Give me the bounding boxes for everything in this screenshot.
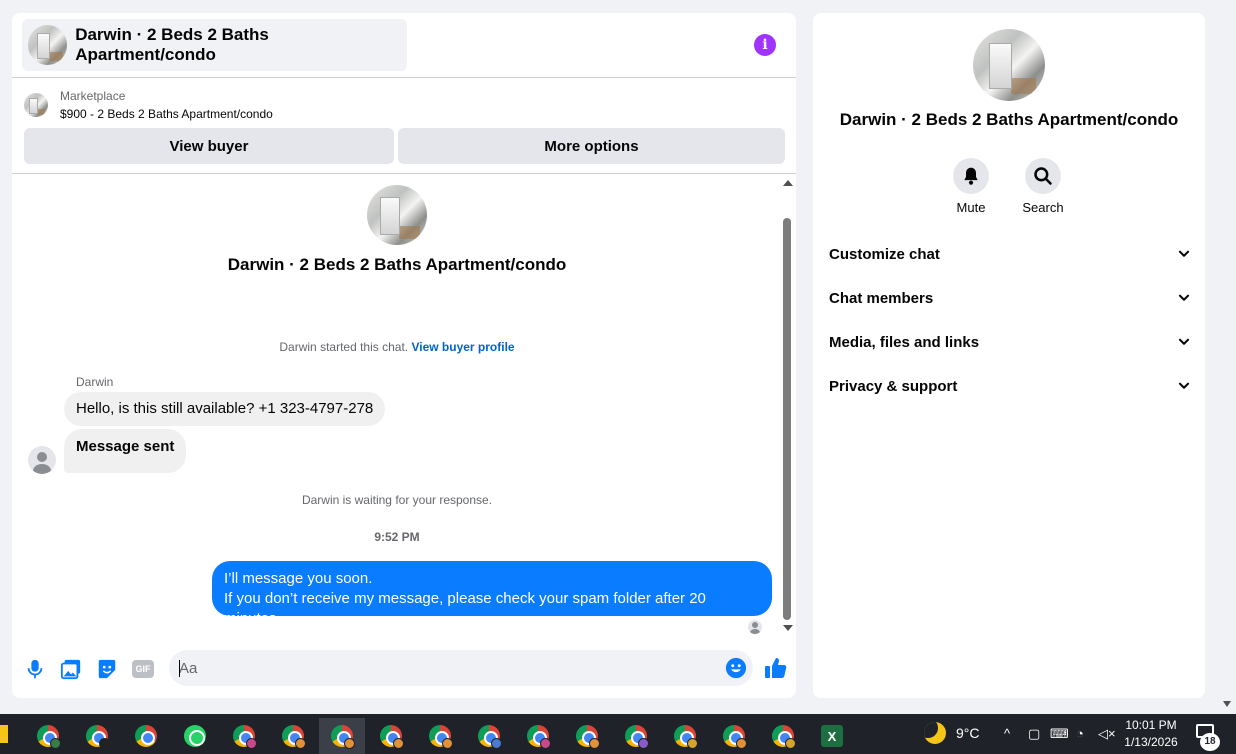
file-explorer-icon[interactable]	[0, 725, 8, 743]
outgoing-message[interactable]: I’ll message you soon. If you don’t rece…	[212, 561, 772, 627]
system-clock[interactable]: 10:01 PM 1/13/2026	[1118, 717, 1184, 751]
listing-thumbnail	[24, 93, 48, 117]
view-buyer-button[interactable]: View buyer	[24, 128, 394, 164]
weather-widget[interactable]: 9°C	[924, 722, 980, 744]
mute-label: Mute	[956, 200, 986, 215]
incoming-message[interactable]: Message sent	[64, 429, 187, 473]
sticker-icon[interactable]	[96, 658, 118, 680]
info-icon[interactable]: i	[754, 34, 776, 56]
section-label: Media, files and links	[829, 333, 980, 351]
chrome-icon[interactable]	[662, 718, 708, 754]
photo-icon[interactable]	[60, 658, 82, 680]
waiting-notice: Darwin is waiting for your response.	[301, 493, 493, 507]
weather-temperature: 9°C	[956, 725, 980, 741]
chrome-icon[interactable]	[270, 718, 316, 754]
more-options-button[interactable]: More options	[398, 128, 785, 164]
chevron-down-icon	[1178, 250, 1190, 257]
speaker-muted-icon[interactable]: ◁×	[1098, 726, 1116, 742]
chat-header[interactable]: Darwin · 2 Beds 2 Baths Apartment/condo	[22, 19, 407, 71]
seen-indicator-avatar	[748, 620, 762, 634]
view-buyer-profile-link[interactable]: View buyer profile	[411, 340, 514, 354]
chrome-icon[interactable]	[417, 718, 463, 754]
chrome-icon[interactable]	[123, 718, 169, 754]
marketplace-listing[interactable]: Marketplace $900 - 2 Beds 2 Baths Apartm…	[24, 89, 273, 121]
bell-icon	[964, 167, 978, 185]
search-icon	[1034, 167, 1052, 185]
media-files-links-section[interactable]: Media, files and links	[829, 327, 1191, 357]
text-caret	[179, 660, 180, 677]
chevron-down-icon	[1178, 338, 1190, 345]
taskbar: X 9°C ^ ▢ ⌨ ◔ ◁× 10:01 PM 1/13/2026 18	[0, 714, 1236, 754]
scrollbar-thumb[interactable]	[783, 218, 791, 620]
chrome-icon[interactable]	[221, 718, 267, 754]
search-button[interactable]: Search	[1013, 158, 1073, 215]
sender-name: Darwin	[76, 375, 114, 389]
page-scroll-down-arrow[interactable]	[1223, 701, 1231, 707]
scroll-up-arrow[interactable]	[783, 180, 793, 186]
section-label: Customize chat	[829, 245, 940, 263]
customize-chat-section[interactable]: Customize chat	[829, 239, 1191, 269]
section-label: Privacy & support	[829, 377, 958, 395]
excel-icon[interactable]: X	[809, 718, 855, 754]
moon-icon	[924, 722, 946, 744]
chrome-icon[interactable]	[25, 718, 71, 754]
search-label: Search	[1022, 200, 1064, 215]
wifi-icon[interactable]: ◔	[1076, 726, 1084, 741]
details-title: Darwin · 2 Beds 2 Baths Apartment/condo	[839, 110, 1179, 129]
conversation-title: Darwin · 2 Beds 2 Baths Apartment/condo	[227, 255, 567, 274]
chrome-icon[interactable]	[760, 718, 806, 754]
listing-price-title: $900 - 2 Beds 2 Baths Apartment/condo	[60, 107, 273, 121]
chevron-down-icon	[1178, 382, 1190, 389]
message-composer[interactable]	[169, 650, 753, 686]
clock-time: 10:01 PM	[1125, 718, 1177, 732]
chat-details-panel: Darwin · 2 Beds 2 Baths Apartment/condo …	[813, 13, 1205, 698]
whatsapp-icon[interactable]	[172, 718, 218, 754]
divider	[12, 173, 796, 174]
listing-avatar	[28, 25, 68, 65]
chrome-icon[interactable]	[74, 718, 120, 754]
outgoing-line: If you don’t receive my message, please …	[224, 590, 706, 627]
chrome-icon[interactable]	[319, 718, 365, 754]
conversation-avatar	[367, 185, 427, 245]
message-input[interactable]	[179, 650, 709, 686]
chrome-icon[interactable]	[466, 718, 512, 754]
chevron-down-icon	[1178, 294, 1190, 301]
notification-count-badge: 18	[1200, 733, 1220, 751]
meet-now-icon[interactable]: ▢	[1028, 726, 1040, 742]
thumbs-up-icon[interactable]	[764, 656, 788, 680]
chrome-icon[interactable]	[515, 718, 561, 754]
chrome-icon[interactable]	[368, 718, 414, 754]
incoming-message[interactable]: Hello, is this still available? +1 323-4…	[64, 392, 386, 426]
message-timestamp: 9:52 PM	[374, 530, 420, 544]
chrome-icon[interactable]	[564, 718, 610, 754]
emoji-icon[interactable]	[725, 657, 747, 679]
clock-date: 1/13/2026	[1124, 735, 1178, 749]
mute-button[interactable]: Mute	[941, 158, 1001, 215]
chat-members-section[interactable]: Chat members	[829, 283, 1191, 313]
show-hidden-icons-chevron-icon[interactable]: ^	[1004, 726, 1010, 741]
microphone-icon[interactable]	[24, 658, 46, 680]
chrome-icon[interactable]	[613, 718, 659, 754]
outgoing-line: I’ll message you soon.	[224, 570, 373, 587]
chat-started-notice: Darwin started this chat. View buyer pro…	[12, 340, 782, 354]
gif-icon[interactable]: GIF	[132, 660, 154, 678]
details-avatar	[973, 29, 1045, 101]
chat-panel: Darwin · 2 Beds 2 Baths Apartment/condo …	[12, 13, 796, 698]
divider	[12, 77, 796, 78]
chat-title: Darwin · 2 Beds 2 Baths Apartment/condo	[75, 25, 269, 64]
chrome-icon[interactable]	[711, 718, 757, 754]
started-text: Darwin started this chat.	[279, 340, 409, 354]
listing-label: Marketplace	[60, 89, 126, 103]
scroll-down-arrow[interactable]	[783, 625, 793, 631]
input-method-icon[interactable]: ⌨	[1050, 726, 1069, 742]
section-label: Chat members	[829, 289, 934, 307]
buyer-avatar[interactable]	[28, 446, 56, 474]
privacy-support-section[interactable]: Privacy & support	[829, 371, 1191, 401]
